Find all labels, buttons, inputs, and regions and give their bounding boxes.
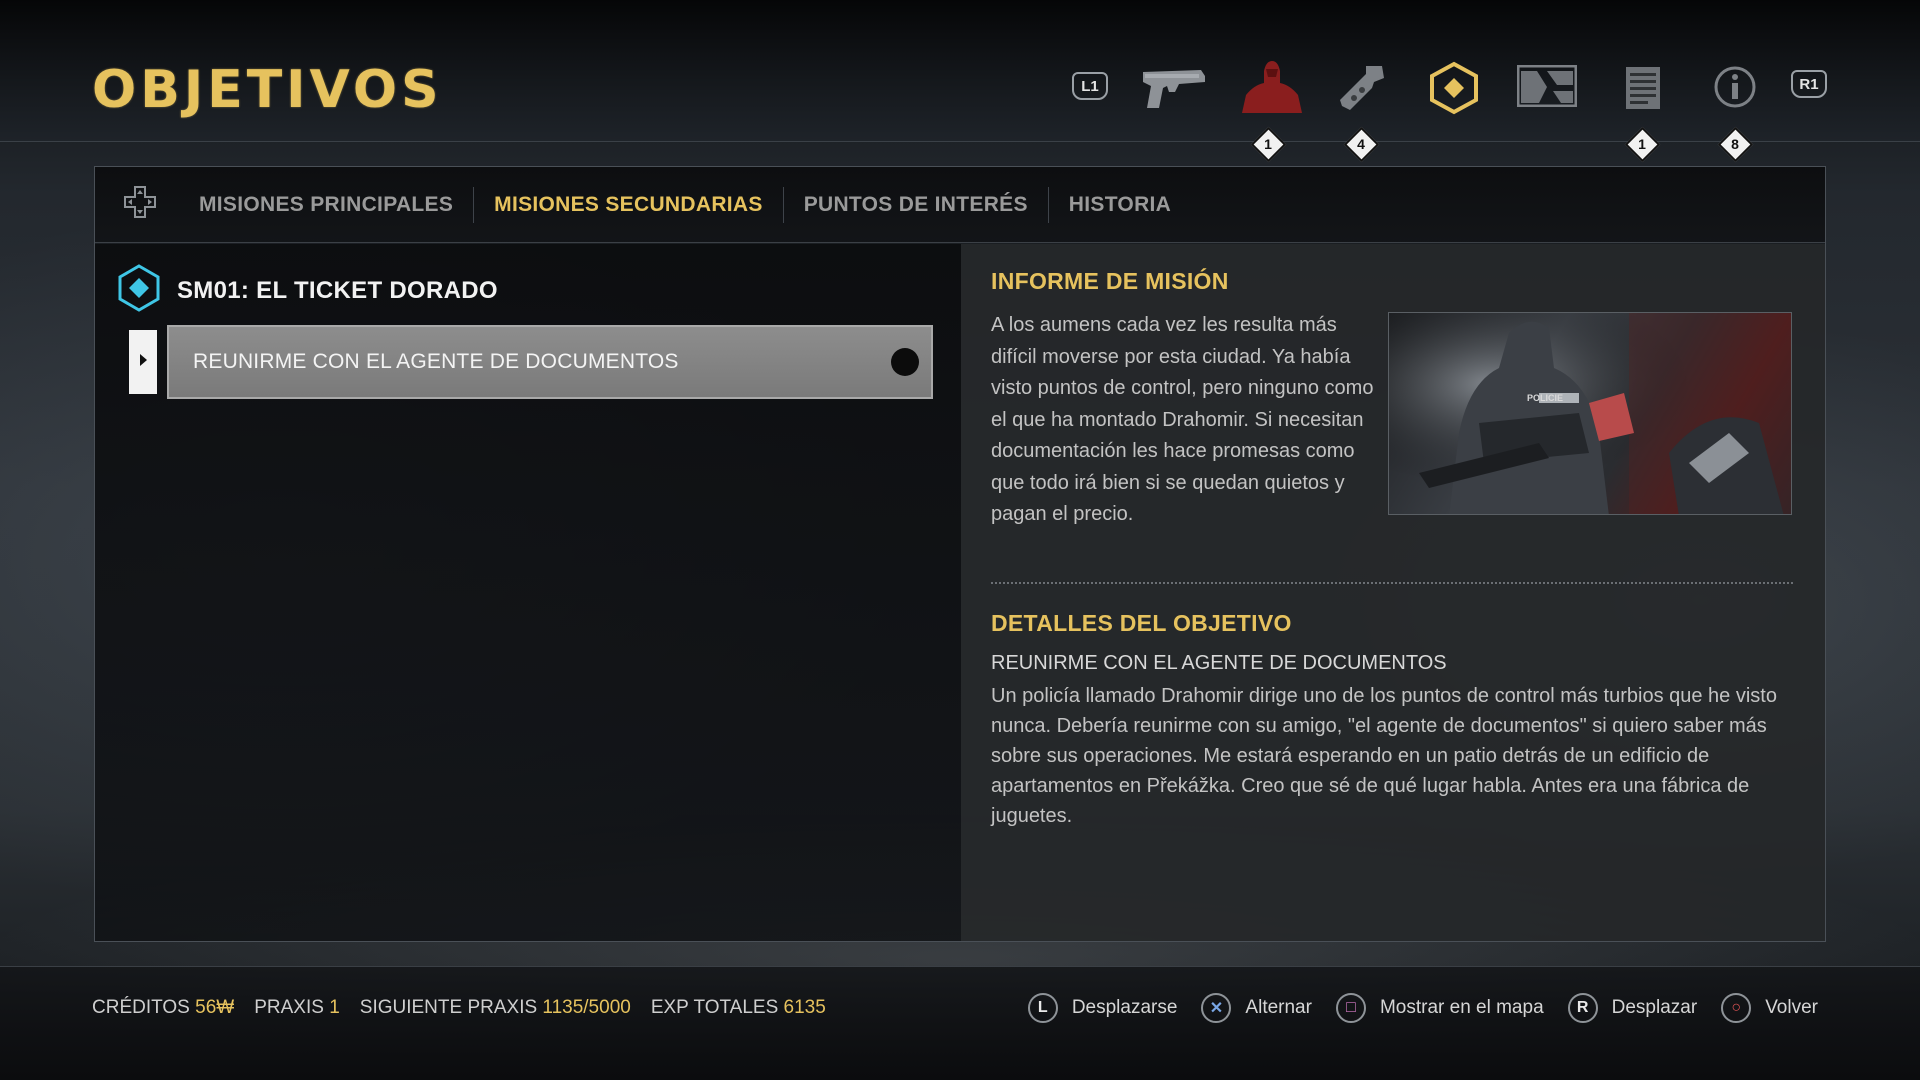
stat-exp-totales: EXP TOTALES 6135 [650, 997, 826, 1018]
footer-bar: CRÉDITOS 56₩ PRAXIS 1 SIGUIENTE PRAXIS 1… [0, 966, 1920, 1080]
player-stats: CRÉDITOS 56₩ PRAXIS 1 SIGUIENTE PRAXIS 1… [92, 997, 826, 1019]
map-icon[interactable] [1516, 64, 1578, 108]
mission-title: SM01: EL TICKET DORADO [177, 276, 498, 304]
dpad-icon [123, 185, 157, 224]
informe-text: A los aumens cada vez les resulta más di… [991, 314, 1374, 525]
objectives-icon[interactable] [1426, 60, 1482, 116]
augmentations-icon[interactable] [1236, 58, 1308, 114]
tab-misiones-principales[interactable]: MISIONES PRINCIPALES [179, 186, 475, 223]
crafting-icon[interactable] [1334, 62, 1390, 112]
tab-bar: MISIONES PRINCIPALES MISIONES SECUNDARIA… [95, 167, 1825, 243]
right-stick-icon: R [1567, 993, 1598, 1023]
objective-label: REUNIRME CON EL AGENTE DE DOCUMENTOS [193, 350, 679, 373]
database-icon[interactable] [1622, 64, 1666, 112]
l1-shoulder-button[interactable]: L1 [1072, 72, 1108, 100]
detalles-subheading: REUNIRME CON EL AGENTE DE DOCUMENTOS [991, 652, 1447, 674]
informe-heading: INFORME DE MISIÓN [991, 268, 1229, 294]
cross-button-icon: ✕ [1201, 993, 1232, 1023]
stat-siguiente-praxis: SIGUIENTE PRAXIS 1135/5000 [359, 997, 631, 1018]
mission-list: SM01: EL TICKET DORADO REUNIRME CON EL A… [95, 244, 961, 941]
selection-marker [129, 330, 157, 394]
top-nav: L1 1 4 1 8 R1 [0, 0, 1920, 160]
mission-details: INFORME DE MISIÓN A los aumens cada vez … [961, 244, 1825, 941]
stat-creditos: CRÉDITOS 56₩ [92, 997, 235, 1018]
button-prompts: L Desplazarse ✕ Alternar □ Mostrar en el… [1004, 993, 1818, 1023]
info-icon[interactable] [1712, 64, 1758, 110]
side-mission-icon [117, 264, 161, 317]
image-caption: POLICIE [1527, 393, 1564, 403]
detalles-heading: DETALLES DEL OBJETIVO [991, 610, 1292, 636]
database-badge: 1 [1627, 129, 1657, 159]
crafting-badge: 4 [1346, 129, 1376, 159]
left-stick-icon: L [1027, 993, 1058, 1023]
detalles-text: Un policía llamado Drahomir dirige uno d… [991, 685, 1777, 827]
square-button-icon: □ [1335, 993, 1366, 1023]
prompt-desplazarse[interactable]: L Desplazarse [1027, 993, 1177, 1023]
prompt-volver[interactable]: ○ Volver [1721, 993, 1818, 1023]
objective-item[interactable]: REUNIRME CON EL AGENTE DE DOCUMENTOS [167, 325, 933, 399]
chevron-right-icon [138, 353, 148, 372]
r1-shoulder-button[interactable]: R1 [1791, 70, 1827, 98]
tab-historia[interactable]: HISTORIA [1049, 187, 1191, 223]
prompt-alternar[interactable]: ✕ Alternar [1201, 993, 1312, 1023]
objective-status-dot [891, 348, 919, 376]
objectives-panel: MISIONES PRINCIPALES MISIONES SECUNDARIA… [94, 166, 1826, 942]
prompt-desplazar[interactable]: R Desplazar [1567, 993, 1697, 1023]
augmentations-badge: 1 [1253, 129, 1283, 159]
dotted-divider [991, 582, 1793, 584]
prompt-mostrar-en-el-mapa[interactable]: □ Mostrar en el mapa [1335, 993, 1544, 1023]
tab-puntos-de-interes[interactable]: PUNTOS DE INTERÉS [784, 186, 1049, 223]
tab-misiones-secundarias[interactable]: MISIONES SECUNDARIAS [474, 186, 784, 223]
stat-praxis: PRAXIS 1 [254, 997, 340, 1018]
mission-image: POLICIE [1388, 312, 1792, 515]
objective-row[interactable]: REUNIRME CON EL AGENTE DE DOCUMENTOS [129, 325, 933, 399]
pistol-icon[interactable] [1138, 60, 1210, 112]
mission-header[interactable]: SM01: EL TICKET DORADO [117, 264, 498, 317]
info-badge: 8 [1720, 129, 1750, 159]
circle-button-icon: ○ [1721, 993, 1752, 1023]
